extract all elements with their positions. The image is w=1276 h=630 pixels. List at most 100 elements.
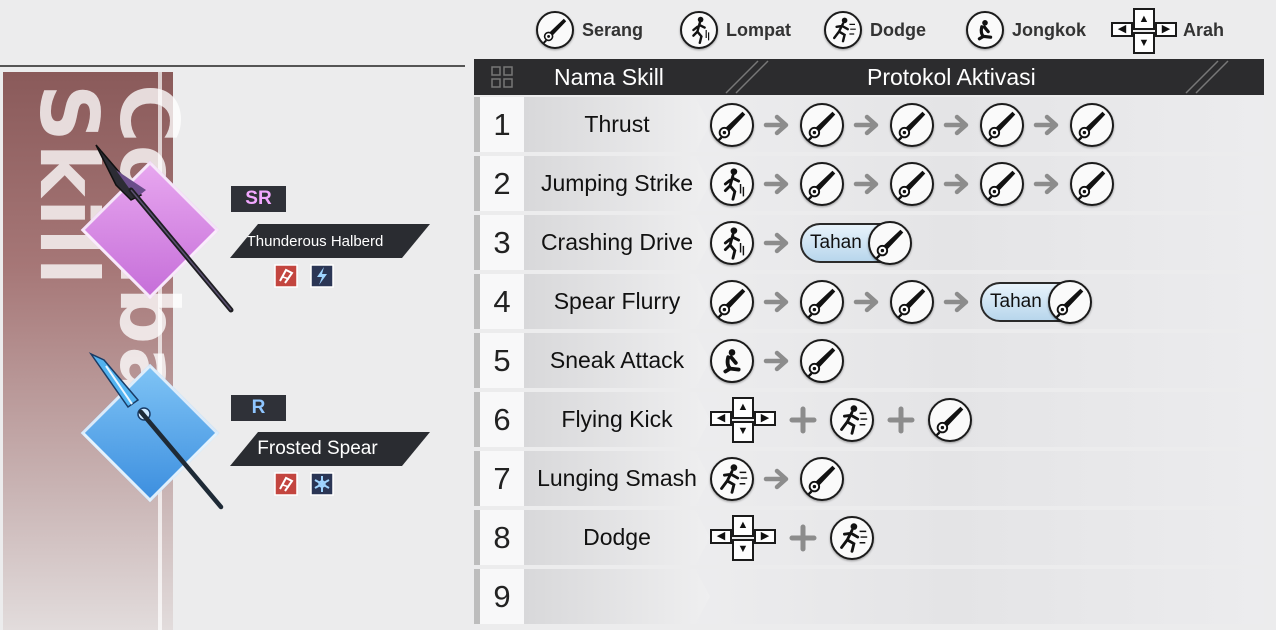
legend-label: Dodge bbox=[870, 19, 926, 40]
table-row: 5 Sneak Attack bbox=[474, 333, 1264, 388]
attack-icon bbox=[536, 11, 574, 49]
weapon-name: Frosted Spear bbox=[230, 432, 430, 466]
legend-label: Jongkok bbox=[1012, 19, 1087, 40]
skill-name: Crashing Drive bbox=[524, 215, 710, 270]
direction-pad-icon: ▲ ▼ ◀ ▶ bbox=[1111, 8, 1177, 54]
slash-element-icon bbox=[274, 264, 298, 288]
skill-number: 4 bbox=[480, 274, 524, 329]
crouch-icon bbox=[710, 338, 754, 383]
jump-icon bbox=[710, 220, 754, 265]
attack-icon bbox=[800, 161, 844, 206]
attack-icon bbox=[980, 102, 1024, 147]
hold-attack-button: Tahan bbox=[800, 220, 912, 265]
legend-jump: Lompat bbox=[680, 7, 791, 53]
next-arrow-icon bbox=[762, 110, 792, 140]
attack-icon bbox=[800, 456, 844, 501]
skill-name: Dodge bbox=[524, 510, 710, 565]
activation-sequence bbox=[710, 102, 1114, 147]
halberd-icon bbox=[95, 144, 234, 313]
legend-label: Arah bbox=[1183, 19, 1225, 40]
table-row: 9 bbox=[474, 569, 1264, 624]
skill-number: 5 bbox=[480, 333, 524, 388]
legend-label: Lompat bbox=[726, 19, 791, 40]
skill-name: Thrust bbox=[524, 97, 710, 152]
next-arrow-icon bbox=[852, 169, 882, 199]
skill-number: 1 bbox=[480, 97, 524, 152]
table-row: 1 Thrust bbox=[474, 97, 1264, 152]
plus-icon bbox=[886, 405, 916, 435]
legend-direction: ▲ ▼ ◀ ▶ Arah bbox=[1111, 7, 1225, 54]
attack-icon bbox=[890, 102, 934, 147]
header-divider bbox=[0, 65, 465, 67]
column-header-protocol: Protokol Aktivasi bbox=[867, 64, 1036, 90]
legend-crouch: Jongkok bbox=[966, 7, 1086, 53]
attack-icon bbox=[800, 279, 844, 324]
skill-name: Flying Kick bbox=[524, 392, 710, 447]
skill-name bbox=[524, 569, 710, 624]
next-arrow-icon bbox=[1032, 110, 1062, 140]
header-divider-icon bbox=[725, 60, 769, 94]
control-legend: Serang Lompat Dodge Jongkok ▲ ▼ ◀ ▶ Arah bbox=[536, 7, 1256, 54]
activation-sequence: ▲ ▼ ◀ ▶ bbox=[710, 396, 972, 443]
attack-icon bbox=[890, 161, 934, 206]
attack-icon bbox=[710, 102, 754, 147]
jump-icon bbox=[710, 161, 754, 206]
next-arrow-icon bbox=[762, 228, 792, 258]
direction-pad-icon: ▲ ▼ ◀ ▶ bbox=[710, 396, 776, 443]
table-row: 7 Lunging Smash bbox=[474, 451, 1264, 506]
attack-icon bbox=[1070, 102, 1114, 147]
skill-name: Sneak Attack bbox=[524, 333, 710, 388]
skill-number: 2 bbox=[480, 156, 524, 211]
attack-icon bbox=[1070, 161, 1114, 206]
rarity-badge: R bbox=[231, 395, 286, 421]
dodge-icon bbox=[824, 11, 862, 49]
header-divider-icon bbox=[1185, 60, 1229, 94]
column-header-name: Nama Skill bbox=[554, 64, 664, 90]
plus-icon bbox=[788, 523, 818, 553]
activation-sequence: ▲ ▼ ◀ ▶ bbox=[710, 514, 874, 561]
dodge-icon bbox=[830, 397, 874, 442]
rarity-badge: SR bbox=[231, 186, 286, 212]
lightning-element-icon bbox=[310, 264, 334, 288]
attack-icon bbox=[980, 161, 1024, 206]
skill-number: 3 bbox=[480, 215, 524, 270]
attack-icon bbox=[928, 397, 972, 442]
legend-label: Serang bbox=[582, 19, 644, 40]
skill-rows: 1 Thrust 2 Jumping Strike 3 Crashing Drive Tah… bbox=[474, 97, 1264, 624]
next-arrow-icon bbox=[942, 169, 972, 199]
dodge-icon bbox=[710, 456, 754, 501]
attack-icon bbox=[867, 220, 912, 265]
skill-table: Nama Skill Protokol Aktivasi 1 Thrust 2 Jum… bbox=[474, 59, 1264, 624]
hold-attack-button: Tahan bbox=[980, 279, 1092, 324]
legend-attack: Serang bbox=[536, 7, 643, 53]
direction-pad-icon: ▲ ▼ ◀ ▶ bbox=[710, 514, 776, 561]
next-arrow-icon bbox=[762, 169, 792, 199]
skill-name: Lunging Smash bbox=[524, 451, 710, 506]
next-arrow-icon bbox=[942, 110, 972, 140]
next-arrow-icon bbox=[1032, 169, 1062, 199]
skill-name: Spear Flurry bbox=[524, 274, 710, 329]
skill-number: 6 bbox=[480, 392, 524, 447]
table-row: 2 Jumping Strike bbox=[474, 156, 1264, 211]
next-arrow-icon bbox=[942, 287, 972, 317]
activation-sequence bbox=[710, 161, 1114, 206]
next-arrow-icon bbox=[762, 346, 792, 376]
table-header: Nama Skill Protokol Aktivasi bbox=[474, 59, 1264, 95]
attack-icon bbox=[800, 338, 844, 383]
hold-label: Tahan bbox=[810, 231, 862, 253]
table-row: 4 Spear Flurry Tahan bbox=[474, 274, 1264, 329]
attack-icon bbox=[890, 279, 934, 324]
frost-element-icon bbox=[310, 472, 334, 496]
spear-icon bbox=[88, 352, 224, 510]
hold-label: Tahan bbox=[990, 290, 1042, 312]
attack-icon bbox=[710, 279, 754, 324]
next-arrow-icon bbox=[852, 110, 882, 140]
activation-sequence: Tahan bbox=[710, 279, 1092, 324]
plus-icon bbox=[788, 405, 818, 435]
skill-number: 7 bbox=[480, 451, 524, 506]
slash-element-icon bbox=[274, 472, 298, 496]
grid-icon bbox=[491, 66, 513, 88]
table-row: 3 Crashing Drive Tahan bbox=[474, 215, 1264, 270]
table-row: 6 Flying Kick ▲ ▼ ◀ ▶ bbox=[474, 392, 1264, 447]
activation-sequence bbox=[710, 456, 844, 501]
